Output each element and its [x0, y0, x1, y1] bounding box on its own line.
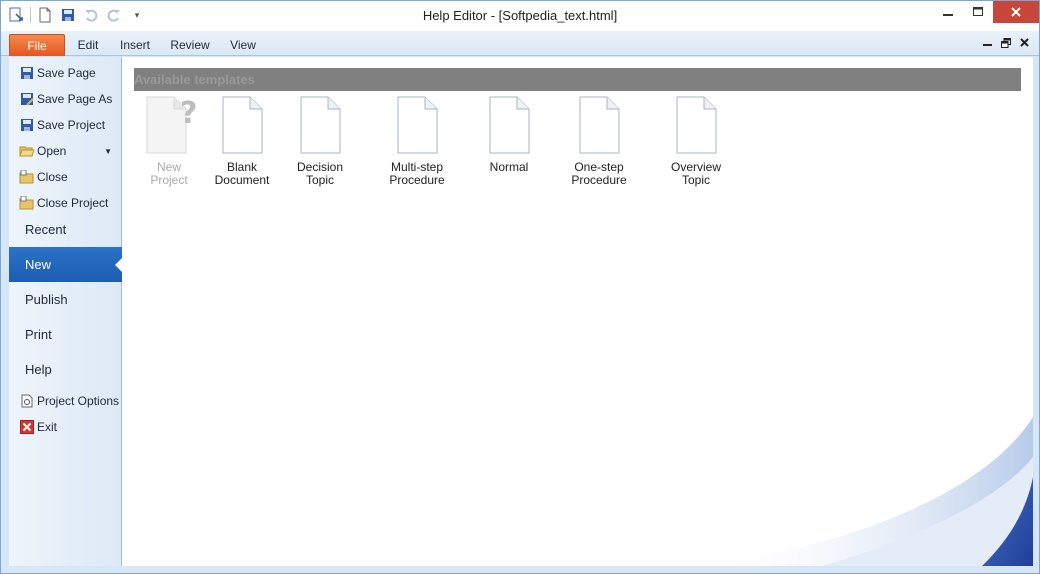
nav-save-page[interactable]: Save Page: [9, 61, 122, 85]
document-icon: [579, 96, 620, 154]
document-window-controls: [983, 38, 1029, 51]
nav-close[interactable]: Close: [9, 165, 122, 189]
template-label: New Project: [150, 160, 188, 187]
template-label: Multi-step Procedure: [389, 160, 445, 187]
template-label: One-step Procedure: [571, 160, 627, 187]
tab-file[interactable]: File: [9, 34, 65, 56]
template-label: Blank Document: [214, 160, 270, 187]
tab-edit[interactable]: Edit: [73, 34, 103, 56]
nav-label: Close: [37, 170, 68, 184]
nav-recent[interactable]: Recent: [9, 212, 122, 247]
nav-save-project[interactable]: Save Project: [9, 113, 122, 137]
window-controls: [933, 1, 1039, 23]
title-bar: ▾ Help Editor - [Softpedia_text.html]: [1, 1, 1039, 31]
nav-new[interactable]: New: [9, 247, 123, 282]
window-title: Help Editor - [Softpedia_text.html]: [422, 8, 618, 23]
document-icon: [676, 96, 717, 154]
template-normal[interactable]: Normal: [484, 95, 534, 174]
templates-header: Available templates: [134, 68, 1021, 91]
file-menu-nav: Save Page Save Page As Save Project Open…: [9, 57, 123, 566]
nav-label: Exit: [37, 420, 58, 434]
tab-insert[interactable]: Insert: [115, 34, 155, 56]
template-new-project[interactable]: ? New Project: [139, 95, 199, 187]
nav-label: Save Page As: [37, 92, 113, 106]
exit-icon: [19, 419, 35, 435]
nav-label: Project Options: [37, 394, 120, 408]
folder-close-icon: [19, 169, 35, 185]
template-one-step-procedure[interactable]: One-step Procedure: [548, 95, 650, 187]
template-label: Normal: [489, 160, 529, 174]
templates-panel: Available templates ? New Project Blank …: [122, 57, 1033, 566]
nav-help[interactable]: Help: [9, 352, 122, 387]
svg-text:?: ?: [180, 96, 197, 131]
tab-review[interactable]: Review: [167, 34, 213, 56]
template-overview-topic[interactable]: Overview Topic: [656, 95, 736, 187]
nav-label: Open: [37, 144, 67, 158]
new-project-icon: ?: [146, 96, 197, 154]
template-multi-step-procedure[interactable]: Multi-step Procedure: [365, 95, 469, 187]
nav-print[interactable]: Print: [9, 317, 122, 352]
app-window: ▾ Help Editor - [Softpedia_text.html] Fi…: [0, 0, 1040, 574]
project-options-icon: [19, 393, 35, 409]
document-icon: [222, 96, 263, 154]
doc-restore-button[interactable]: [1001, 38, 1011, 51]
folder-open-icon: [19, 143, 35, 159]
template-label: Decision Topic: [296, 160, 344, 187]
maximize-button[interactable]: [963, 1, 993, 23]
folder-close-project-icon: [19, 195, 35, 211]
tab-view[interactable]: View: [227, 34, 259, 56]
nav-label: Close Project: [37, 196, 109, 210]
nav-publish[interactable]: Publish: [9, 282, 122, 317]
nav-label: Save Page: [37, 66, 96, 80]
minimize-button[interactable]: [933, 1, 963, 23]
template-label: Overview Topic: [670, 160, 721, 187]
chevron-down-icon: ▼: [104, 146, 112, 156]
document-icon: [397, 96, 438, 154]
nav-save-page-as[interactable]: Save Page As: [9, 87, 122, 111]
nav-label: Save Project: [37, 118, 106, 132]
close-button[interactable]: [993, 1, 1039, 23]
nav-project-options[interactable]: Project Options: [9, 389, 122, 413]
doc-close-button[interactable]: [1020, 38, 1029, 51]
document-icon: [489, 96, 530, 154]
save-as-icon: [19, 91, 35, 107]
nav-exit[interactable]: Exit: [9, 415, 122, 439]
save-icon: [19, 65, 35, 81]
save-project-icon: [19, 117, 35, 133]
document-icon: [300, 96, 341, 154]
menu-bar: File Edit Insert Review View: [1, 31, 1039, 56]
template-blank-document[interactable]: Blank Document: [212, 95, 272, 187]
doc-minimize-button[interactable]: [983, 38, 992, 51]
template-decision-topic[interactable]: Decision Topic: [283, 95, 357, 187]
nav-open[interactable]: Open ▼: [9, 139, 122, 163]
